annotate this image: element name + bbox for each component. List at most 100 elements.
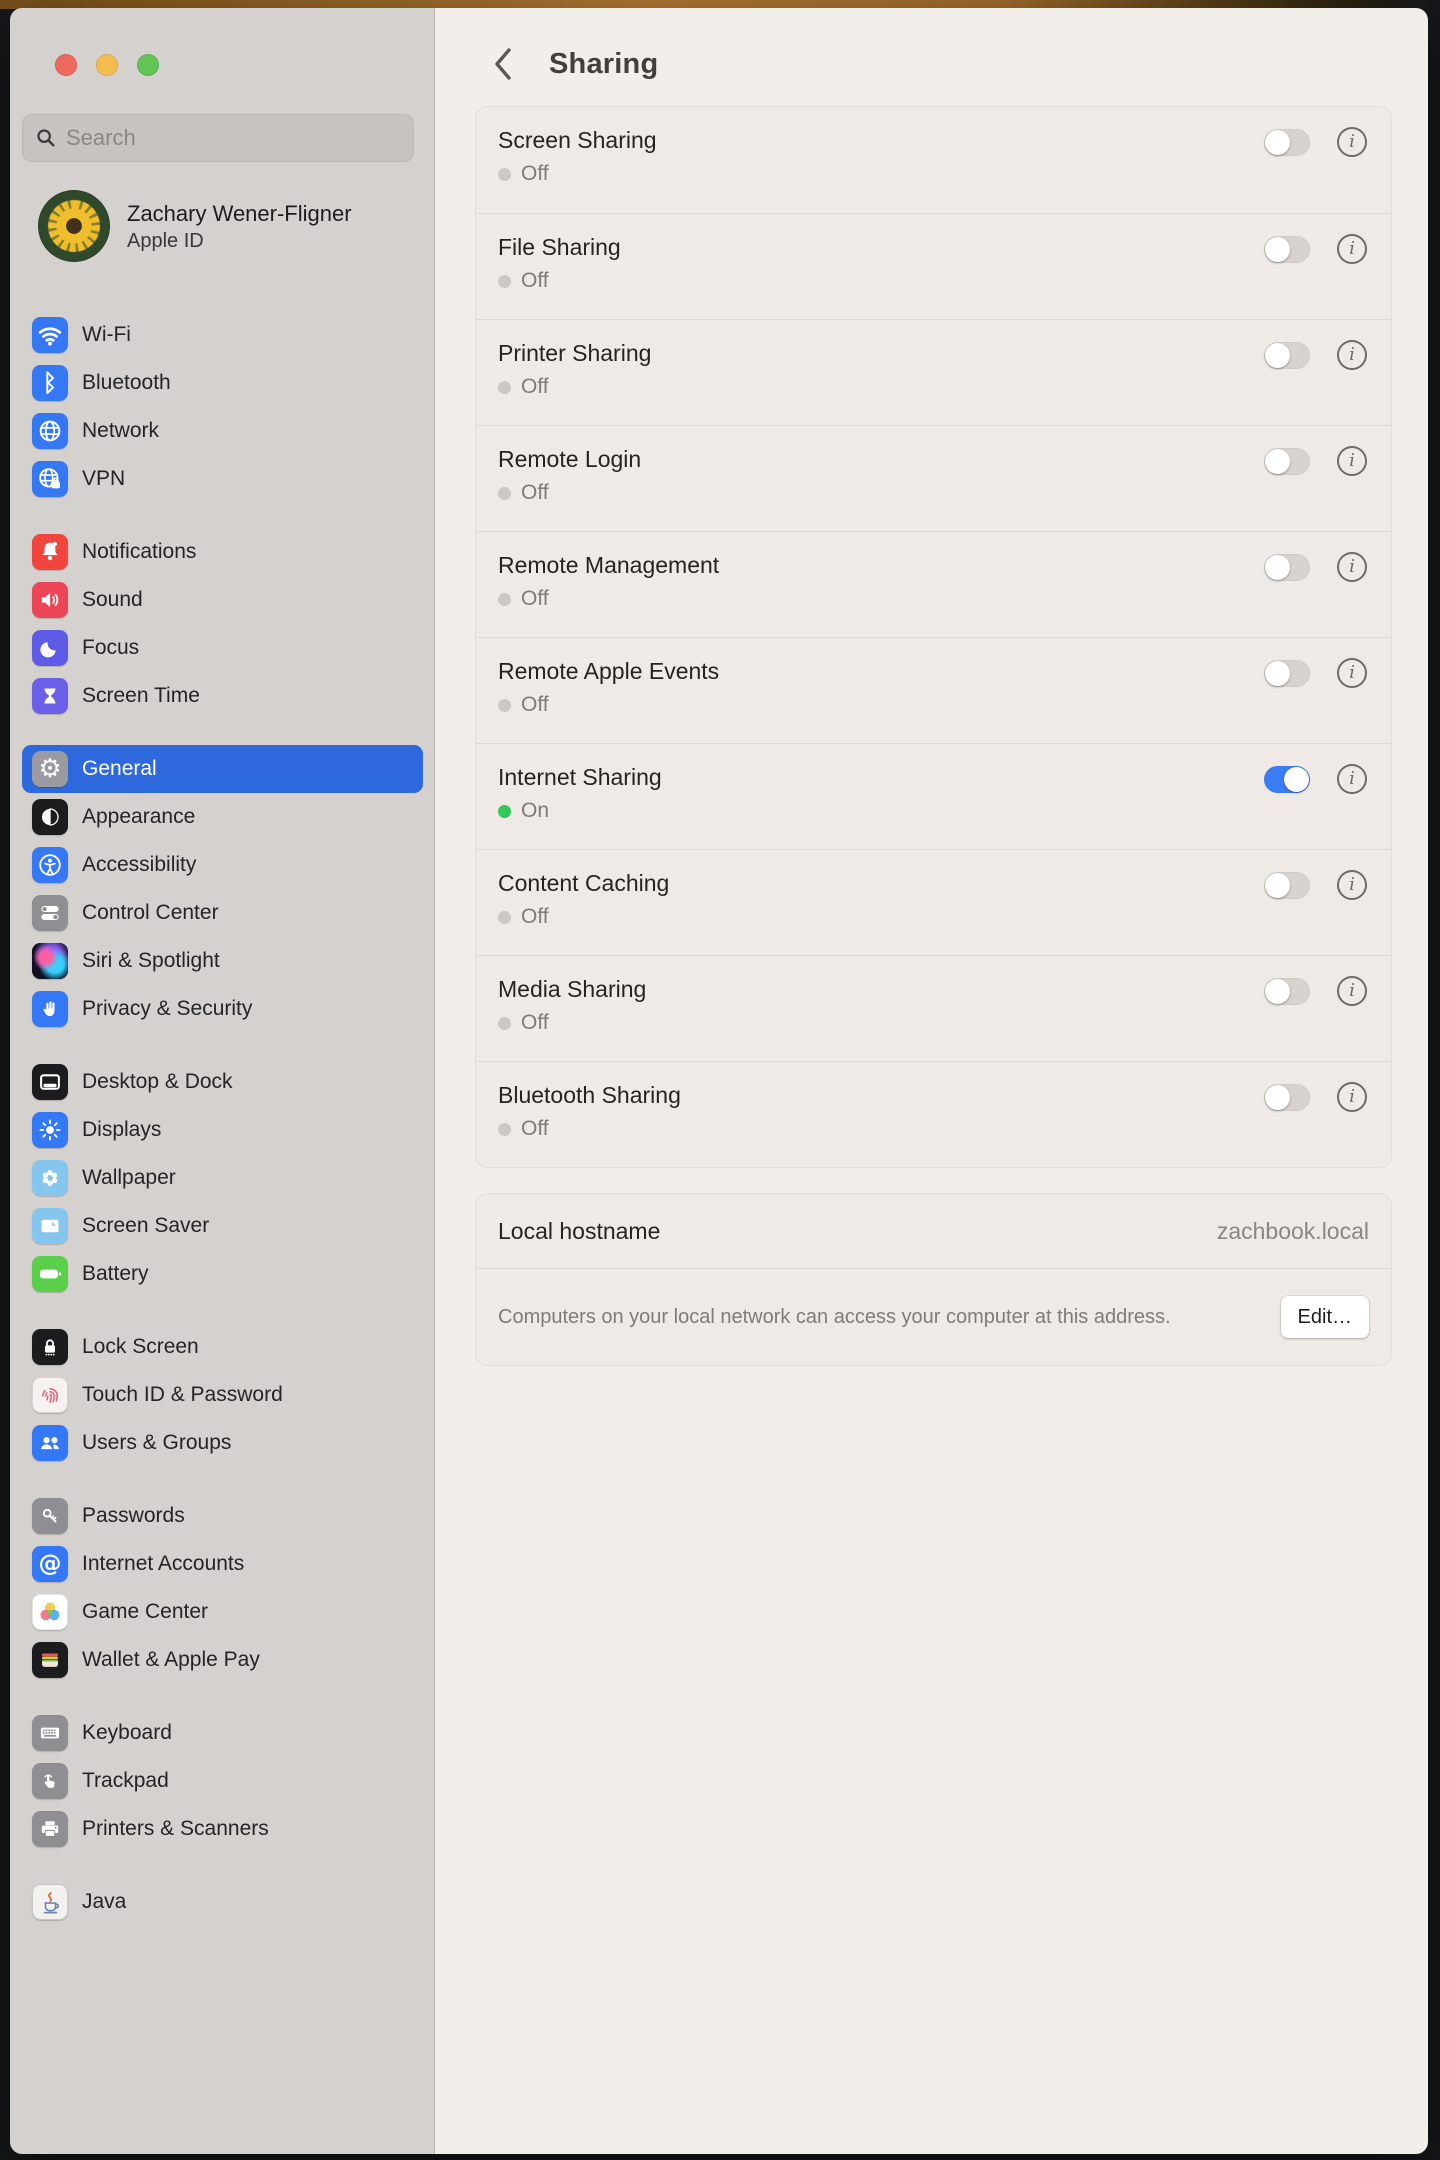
- info-icon[interactable]: i: [1337, 658, 1367, 688]
- sidebar-item-label: Focus: [82, 636, 139, 660]
- sharing-row-status: Off: [498, 481, 1369, 505]
- sidebar-group: ⚙General Appearance Accessibility Control C…: [22, 745, 423, 1033]
- sidebar-item-displays[interactable]: Displays: [22, 1106, 423, 1154]
- accessibility-icon: [32, 847, 68, 883]
- sharing-row-title: File Sharing: [498, 231, 1369, 263]
- sidebar-item-lock-screen[interactable]: Lock Screen: [22, 1323, 423, 1371]
- sidebar-item-control-center[interactable]: Control Center: [22, 889, 423, 937]
- sidebar-item-label: Bluetooth: [82, 371, 171, 395]
- sharing-row-bluetooth-sharing: Bluetooth Sharing Off i: [476, 1061, 1391, 1167]
- remote-apple-events-toggle[interactable]: [1264, 660, 1310, 687]
- info-icon[interactable]: i: [1337, 764, 1367, 794]
- apple-id-row[interactable]: Zachary Wener-Fligner Apple ID: [38, 186, 418, 266]
- remote-management-toggle[interactable]: [1264, 554, 1310, 581]
- sidebar-item-battery[interactable]: Battery: [22, 1250, 423, 1298]
- sidebar-item-accessibility[interactable]: Accessibility: [22, 841, 423, 889]
- sharing-row-remote-management: Remote ManagementOffi: [476, 531, 1391, 637]
- sidebar-item-desktop-and-dock[interactable]: Desktop & Dock: [22, 1058, 423, 1106]
- sidebar-item-internet-accounts[interactable]: @Internet Accounts: [22, 1540, 423, 1588]
- sidebar-item-notifications[interactable]: Notifications: [22, 528, 423, 576]
- sidebar-item-passwords[interactable]: Passwords: [22, 1492, 423, 1540]
- sidebar-item-label: Control Center: [82, 901, 219, 925]
- siri-icon: [32, 943, 68, 979]
- sidebar-item-wallet-and-apple-pay[interactable]: Wallet & Apple Pay: [22, 1636, 423, 1684]
- media-sharing-toggle[interactable]: [1264, 978, 1310, 1005]
- traffic-lights: [55, 54, 159, 76]
- sidebar-item-printers-and-scanners[interactable]: Printers & Scanners: [22, 1805, 423, 1853]
- sidebar-item-bluetooth[interactable]: ᛒBluetooth: [22, 359, 423, 407]
- sidebar-item-network[interactable]: Network: [22, 407, 423, 455]
- status-dot: [498, 911, 511, 924]
- printer-sharing-toggle[interactable]: [1264, 342, 1310, 369]
- sidebar-item-label: Notifications: [82, 540, 196, 564]
- row-controls: i: [1264, 340, 1367, 370]
- sidebar-item-label: Privacy & Security: [82, 997, 252, 1021]
- status-text: On: [521, 799, 549, 823]
- remote-login-toggle[interactable]: [1264, 448, 1310, 475]
- internet-sharing-toggle[interactable]: [1264, 766, 1310, 793]
- bluetooth-sharing-toggle[interactable]: [1264, 1084, 1310, 1111]
- zoom-button[interactable]: [137, 54, 159, 76]
- content-caching-toggle[interactable]: [1264, 872, 1310, 899]
- sidebar-item-wallpaper[interactable]: Wallpaper: [22, 1154, 423, 1202]
- search-icon: [35, 127, 57, 149]
- edit-hostname-button[interactable]: Edit…: [1281, 1296, 1369, 1338]
- info-icon[interactable]: i: [1337, 552, 1367, 582]
- sidebar-item-users-and-groups[interactable]: Users & Groups: [22, 1419, 423, 1467]
- sidebar-item-game-center[interactable]: Game Center: [22, 1588, 423, 1636]
- sharing-row-content-caching: Content CachingOffi: [476, 849, 1391, 955]
- sidebar-item-vpn[interactable]: VPN: [22, 455, 423, 503]
- row-controls: i: [1264, 552, 1367, 582]
- info-icon[interactable]: i: [1337, 870, 1367, 900]
- sidebar-item-label: Network: [82, 419, 159, 443]
- sidebar-item-label: Game Center: [82, 1600, 208, 1624]
- info-icon[interactable]: i: [1337, 127, 1367, 157]
- sidebar-nav: Wi-FiᛒBluetooth Network VPN Notifications So…: [22, 311, 423, 1951]
- sharing-row-file-sharing: File Sharing Off i: [476, 213, 1391, 319]
- sharing-row-status: Off: [498, 1117, 1369, 1141]
- sidebar-item-appearance[interactable]: Appearance: [22, 793, 423, 841]
- sidebar-item-general[interactable]: ⚙General: [22, 745, 423, 793]
- close-button[interactable]: [55, 54, 77, 76]
- screen-time-icon: [32, 678, 68, 714]
- general-icon: ⚙: [32, 751, 68, 787]
- minimize-button[interactable]: [96, 54, 118, 76]
- network-icon: [32, 413, 68, 449]
- sidebar-item-screen-saver[interactable]: Screen Saver: [22, 1202, 423, 1250]
- row-controls: i: [1264, 127, 1367, 157]
- sidebar-item-focus[interactable]: Focus: [22, 624, 423, 672]
- sharing-row-status: Off: [498, 269, 1369, 293]
- row-controls: i: [1264, 658, 1367, 688]
- row-controls: i: [1264, 764, 1367, 794]
- screen-saver-icon: [32, 1208, 68, 1244]
- sidebar-item-label: Displays: [82, 1118, 161, 1142]
- sidebar-item-trackpad[interactable]: Trackpad: [22, 1757, 423, 1805]
- sidebar-item-java[interactable]: Java: [22, 1878, 423, 1926]
- sidebar-item-siri-and-spotlight[interactable]: Siri & Spotlight: [22, 937, 423, 985]
- sidebar-item-label: Appearance: [82, 805, 195, 829]
- sidebar-item-touch-id-and-password[interactable]: Touch ID & Password: [22, 1371, 423, 1419]
- back-button[interactable]: [485, 44, 521, 84]
- sharing-pane: Sharing Screen SharingOffiFile SharingOf…: [435, 8, 1428, 2154]
- sidebar-item-screen-time[interactable]: Screen Time: [22, 672, 423, 720]
- screen-sharing-toggle[interactable]: [1264, 129, 1310, 156]
- sidebar-group: Java: [22, 1878, 423, 1926]
- info-icon[interactable]: i: [1337, 976, 1367, 1006]
- sidebar-item-privacy-and-security[interactable]: Privacy & Security: [22, 985, 423, 1033]
- info-icon[interactable]: i: [1337, 340, 1367, 370]
- info-icon[interactable]: i: [1337, 446, 1367, 476]
- sidebar-item-wi-fi[interactable]: Wi-Fi: [22, 311, 423, 359]
- status-text: Off: [521, 481, 549, 505]
- file-sharing-toggle[interactable]: [1264, 236, 1310, 263]
- java-icon: [32, 1884, 68, 1920]
- hostname-label: Local hostname: [498, 1218, 660, 1245]
- search-input[interactable]: Search: [22, 114, 414, 162]
- status-dot: [498, 699, 511, 712]
- sidebar-item-sound[interactable]: Sound: [22, 576, 423, 624]
- sharing-row-title: Internet Sharing: [498, 761, 1369, 793]
- info-icon[interactable]: i: [1337, 1082, 1367, 1112]
- sidebar-item-keyboard[interactable]: Keyboard: [22, 1709, 423, 1757]
- info-icon[interactable]: i: [1337, 234, 1367, 264]
- sharing-row-status: Off: [498, 905, 1369, 929]
- sharing-row-title: Bluetooth Sharing: [498, 1079, 1369, 1111]
